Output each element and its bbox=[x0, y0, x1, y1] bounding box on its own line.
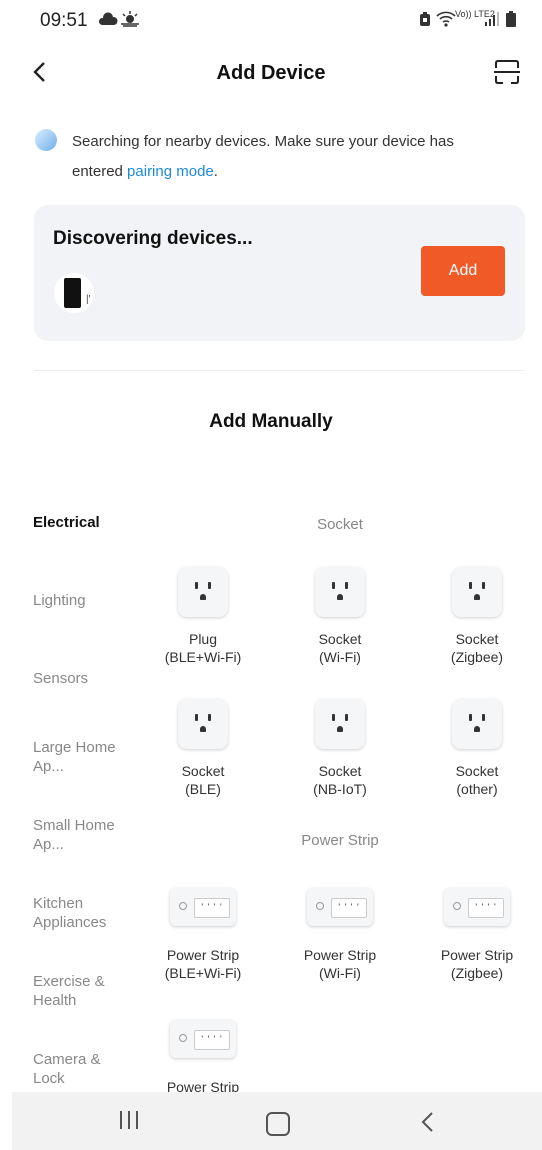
category-lighting[interactable]: Lighting bbox=[33, 591, 128, 610]
item-variant: (BLE) bbox=[185, 781, 221, 797]
device-item-label[interactable]: Socket (Zigbee) bbox=[409, 630, 542, 666]
divider bbox=[34, 370, 525, 371]
item-name: Socket bbox=[318, 631, 362, 647]
alarm-icon bbox=[418, 11, 432, 32]
item-name: Power Strip bbox=[166, 947, 240, 963]
category-camera-lock[interactable]: Camera & Lock bbox=[33, 1050, 128, 1088]
device-item-label[interactable]: Socket (BLE) bbox=[135, 762, 271, 798]
signal-icon bbox=[484, 11, 500, 32]
device-item-label[interactable]: Power Strip (Wi-Fi) bbox=[272, 946, 408, 982]
power-strip-icon[interactable]: ' ' ' ' bbox=[307, 888, 373, 926]
device-item-label[interactable]: Plug (BLE+Wi-Fi) bbox=[135, 630, 271, 666]
item-variant: (BLE+Wi-Fi) bbox=[164, 649, 242, 665]
item-name: Power Strip bbox=[440, 947, 514, 963]
nav-back-button[interactable] bbox=[418, 1110, 438, 1134]
item-variant: (Wi-Fi) bbox=[319, 649, 361, 665]
item-variant: (Zigbee) bbox=[450, 965, 504, 981]
home-button[interactable] bbox=[266, 1112, 290, 1136]
socket-icon[interactable] bbox=[178, 699, 228, 749]
section-title-power-strip: Power Strip bbox=[301, 832, 379, 849]
item-name: Socket bbox=[181, 763, 225, 779]
status-time: 09:51 bbox=[40, 10, 88, 31]
category-small-home-appliances[interactable]: Small Home Ap... bbox=[33, 816, 128, 854]
searching-spinner-icon bbox=[35, 129, 57, 151]
searching-message: Searching for nearby devices. Make sure … bbox=[72, 127, 502, 187]
cloud-icon bbox=[98, 12, 118, 31]
category-kitchen-appliances[interactable]: Kitchen Appliances bbox=[33, 894, 128, 932]
device-thumbnail-icon bbox=[64, 278, 81, 308]
item-variant: (Wi-Fi) bbox=[319, 965, 361, 981]
device-item-label[interactable]: Socket (Wi-Fi) bbox=[272, 630, 408, 666]
item-variant: (NB-IoT) bbox=[313, 781, 367, 797]
scan-icon bbox=[494, 60, 520, 84]
item-name: Socket bbox=[318, 763, 362, 779]
wifi-icon bbox=[436, 10, 456, 33]
socket-icon[interactable] bbox=[315, 699, 365, 749]
item-variant: (other) bbox=[456, 781, 498, 797]
nav-back-icon bbox=[421, 1112, 433, 1132]
item-variant: (Zigbee) bbox=[450, 649, 504, 665]
socket-icon[interactable] bbox=[452, 567, 502, 617]
searching-suffix: . bbox=[213, 163, 218, 180]
pairing-mode-link[interactable]: pairing mode bbox=[127, 163, 214, 180]
recents-button[interactable] bbox=[118, 1109, 140, 1131]
power-strip-icon[interactable]: ' ' ' ' bbox=[170, 888, 236, 926]
item-name: Power Strip bbox=[303, 947, 377, 963]
socket-icon[interactable] bbox=[315, 567, 365, 617]
section-title-socket: Socket bbox=[317, 516, 363, 533]
device-item-label[interactable]: Socket (NB-IoT) bbox=[272, 762, 408, 798]
recents-icon bbox=[120, 1111, 138, 1129]
device-item-label[interactable]: Power Strip (BLE+Wi-Fi) bbox=[135, 946, 271, 982]
device-glyph: |' bbox=[86, 294, 91, 305]
category-large-home-appliances[interactable]: Large Home Ap... bbox=[33, 738, 128, 776]
power-strip-icon[interactable]: ' ' ' ' bbox=[170, 1020, 236, 1058]
category-exercise-health[interactable]: Exercise & Health bbox=[33, 972, 128, 1010]
category-sensors[interactable]: Sensors bbox=[33, 669, 128, 688]
item-name: Socket bbox=[455, 631, 499, 647]
item-variant: (BLE+Wi-Fi) bbox=[164, 965, 242, 981]
page-title: Add Device bbox=[216, 62, 326, 84]
socket-icon[interactable] bbox=[178, 567, 228, 617]
category-electrical[interactable]: Electrical bbox=[33, 513, 128, 532]
item-name: Plug bbox=[188, 631, 218, 647]
device-item-label[interactable]: Socket (other) bbox=[409, 762, 542, 798]
battery-icon bbox=[506, 11, 516, 32]
add-button[interactable]: Add bbox=[421, 246, 505, 296]
discovering-title: Discovering devices... bbox=[53, 228, 253, 249]
device-item-label[interactable]: Power Strip (Zigbee) bbox=[409, 946, 542, 982]
power-strip-icon[interactable]: ' ' ' ' bbox=[444, 888, 510, 926]
add-manually-title: Add Manually bbox=[209, 411, 333, 432]
item-name: Socket bbox=[455, 763, 499, 779]
weather-icon bbox=[120, 11, 140, 32]
scan-button[interactable] bbox=[494, 59, 520, 85]
socket-icon[interactable] bbox=[452, 699, 502, 749]
